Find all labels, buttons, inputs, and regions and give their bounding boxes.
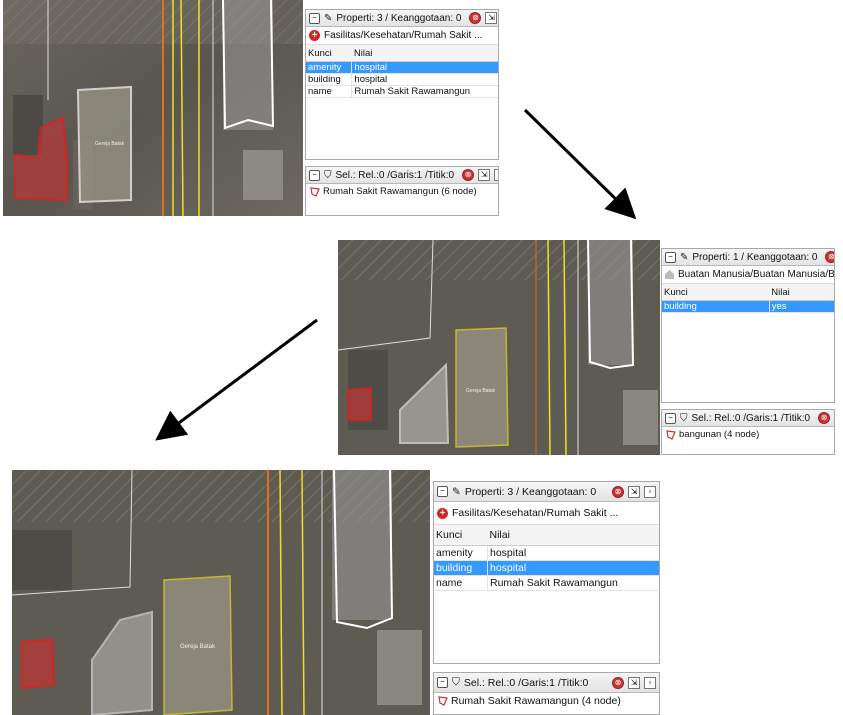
arrow-step-1-to-2 [523,108,637,220]
arrow-step-2-to-3 [155,318,318,441]
flow-arrows [155,108,637,441]
